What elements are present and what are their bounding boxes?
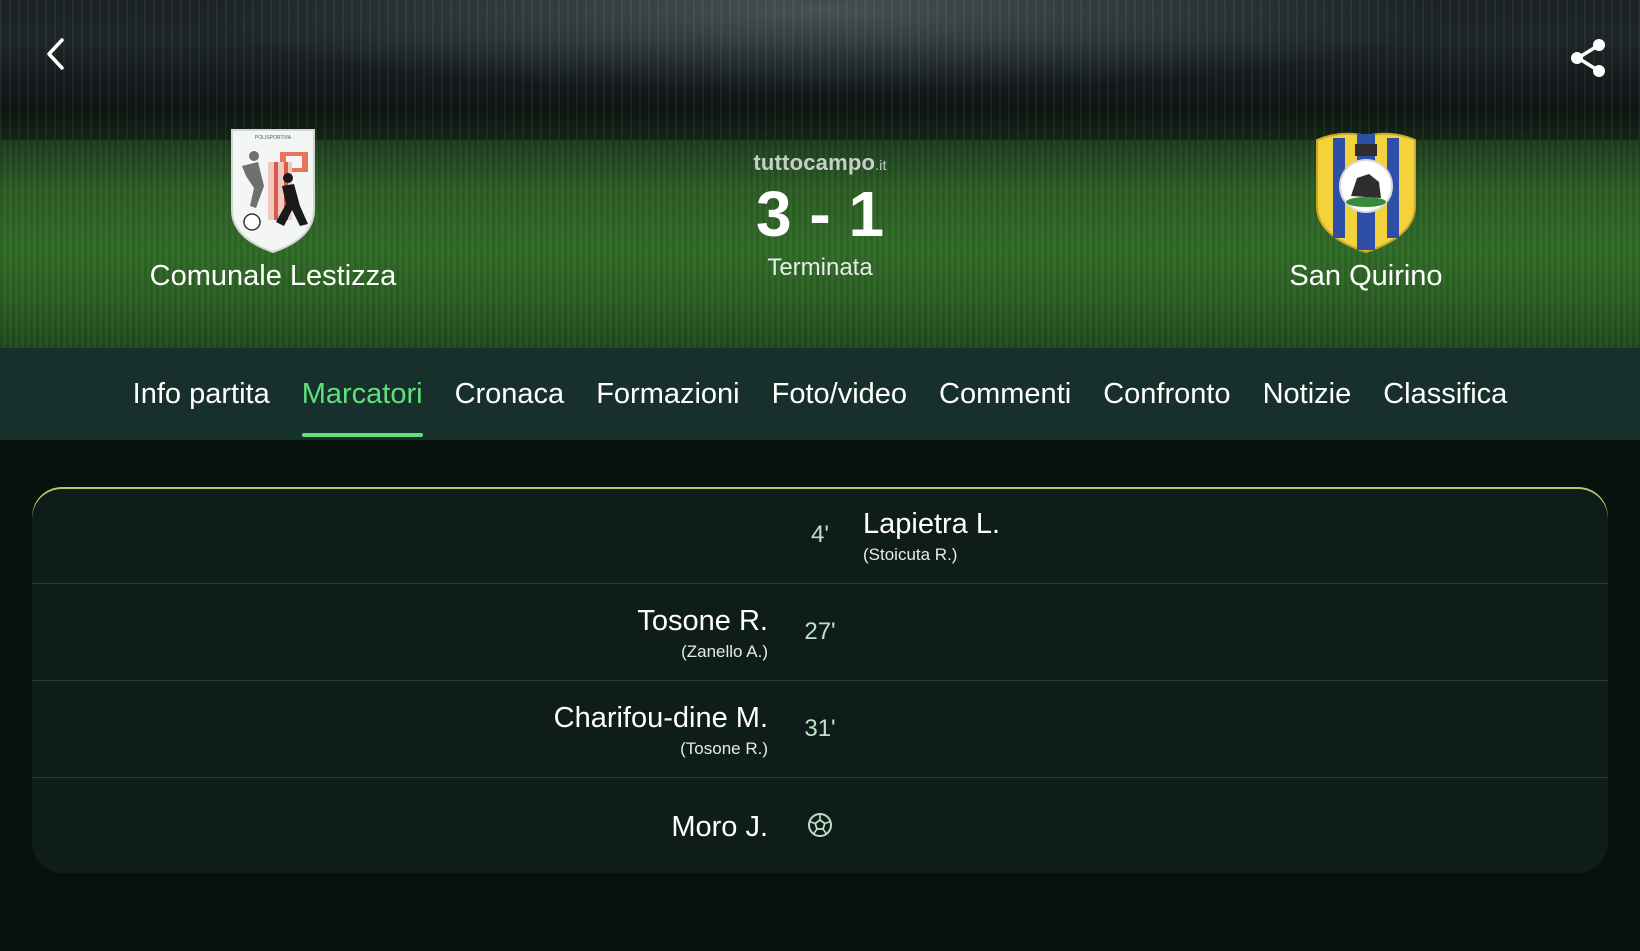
goal-minute: 4' (811, 521, 829, 548)
scorer-name: Lapietra L. (863, 508, 1001, 540)
goal-minute: 31' (804, 715, 836, 742)
goal-row: Tosone R. (Zanello A.) 27' (32, 584, 1608, 681)
away-team[interactable]: San Quirino (1186, 126, 1546, 293)
goal-row: Moro J. (32, 778, 1608, 873)
home-team-logo: POLISPORTIVA (231, 129, 315, 254)
brand-logo: tuttocampo.it (700, 150, 940, 176)
tab-confronto[interactable]: Confronto (1087, 348, 1246, 440)
away-scorer[interactable]: Lapietra L. (Stoicuta R.) (863, 507, 1000, 565)
tab-commenti[interactable]: Commenti (923, 348, 1087, 440)
tab-bar: Info partita Marcatori Cronaca Formazion… (0, 348, 1640, 440)
share-icon (1571, 39, 1605, 77)
chevron-left-icon (47, 38, 64, 70)
tab-cronaca[interactable]: Cronaca (439, 348, 581, 440)
tab-classifica[interactable]: Classifica (1367, 348, 1523, 440)
home-scorer[interactable]: Moro J. (671, 810, 768, 844)
tab-info-partita[interactable]: Info partita (117, 348, 286, 440)
assist-name: (Tosone R.) (680, 739, 768, 758)
tab-notizie[interactable]: Notizie (1247, 348, 1368, 440)
svg-text:POLISPORTIVA: POLISPORTIVA (255, 135, 292, 141)
soccer-ball-icon (808, 813, 832, 837)
assist-name: (Zanello A.) (681, 642, 768, 661)
goal-row: 4' Lapietra L. (Stoicuta R.) (32, 487, 1608, 584)
scorer-name: Charifou-dine M. (553, 702, 768, 734)
score-block: tuttocampo.it 3 - 1 Terminata (700, 150, 940, 282)
tab-foto-video[interactable]: Foto/video (756, 348, 923, 440)
away-team-logo (1316, 132, 1416, 254)
scorers-list: 4' Lapietra L. (Stoicuta R.) Tosone R. (… (32, 487, 1608, 873)
home-team-name: Comunale Lestizza (149, 260, 397, 292)
match-header: POLISPORTIVA Comunale Lestizza tuttocamp… (0, 0, 1640, 348)
assist-name: (Stoicuta R.) (863, 545, 958, 564)
back-button[interactable] (36, 34, 76, 74)
match-score: 3 - 1 (755, 178, 885, 250)
brand-name: tuttocampo (753, 150, 876, 175)
brand-tld: .it (875, 157, 887, 173)
tab-marcatori[interactable]: Marcatori (286, 348, 439, 440)
share-button[interactable] (1566, 36, 1610, 80)
home-scorer[interactable]: Tosone R. (Zanello A.) (637, 604, 768, 662)
scorer-name: Tosone R. (637, 605, 768, 637)
home-team[interactable]: POLISPORTIVA Comunale Lestizza (93, 126, 453, 293)
scorer-name: Moro J. (671, 811, 768, 843)
home-scorer[interactable]: Charifou-dine M. (Tosone R.) (554, 701, 768, 759)
away-team-name: San Quirino (1289, 260, 1443, 292)
match-status: Terminata (767, 254, 873, 281)
tab-formazioni[interactable]: Formazioni (580, 348, 755, 440)
goal-minute: 27' (804, 618, 836, 645)
goal-row: Charifou-dine M. (Tosone R.) 31' (32, 681, 1608, 778)
